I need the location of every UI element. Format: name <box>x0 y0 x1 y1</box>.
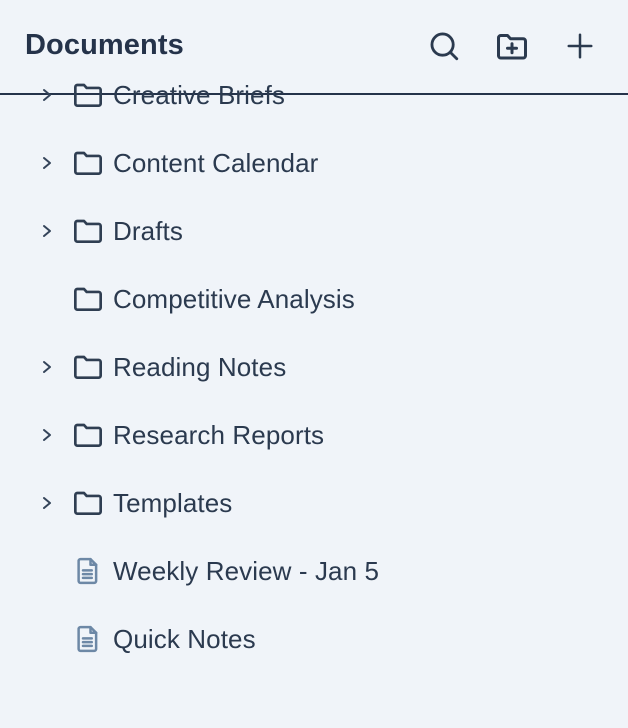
chevron-right-icon <box>43 429 51 441</box>
tree-file-item[interactable]: Quick Notes <box>0 605 628 673</box>
tree-folder-item[interactable]: Creative Briefs <box>0 61 628 129</box>
tree-item-label: Content Calendar <box>113 147 319 178</box>
expand-toggle[interactable] <box>40 496 54 510</box>
page-title: Documents <box>25 29 184 61</box>
folder-icon <box>74 287 102 311</box>
document-icon <box>77 625 98 653</box>
document-icon-wrap <box>72 555 104 587</box>
tree-folder-item[interactable]: Research Reports <box>0 401 628 469</box>
add-button[interactable] <box>560 26 600 66</box>
tree-item-label: Weekly Review - Jan 5 <box>113 555 380 586</box>
folder-icon <box>74 355 102 379</box>
expand-toggle[interactable] <box>40 156 54 170</box>
tree-item-label: Drafts <box>113 215 183 246</box>
search-icon <box>430 32 459 60</box>
folder-icon <box>74 83 102 107</box>
document-tree: Creative Briefs Content Calendar Drafts Com… <box>0 80 628 654</box>
folder-icon <box>74 219 102 243</box>
chevron-right-icon <box>43 497 51 509</box>
tree-folder-item[interactable]: Drafts <box>0 197 628 265</box>
document-icon-wrap <box>72 623 104 655</box>
tree-folder-item[interactable]: Competitive Analysis <box>0 265 628 333</box>
plus-icon <box>567 33 593 58</box>
folder-icon-wrap <box>72 215 104 247</box>
folder-plus-icon <box>497 33 527 59</box>
expand-toggle[interactable] <box>40 224 54 238</box>
folder-icon-wrap <box>72 283 104 315</box>
folder-icon-wrap <box>72 147 104 179</box>
chevron-right-icon <box>43 225 51 237</box>
tree-file-item[interactable]: Weekly Review - Jan 5 <box>0 537 628 605</box>
folder-icon <box>74 151 102 175</box>
tree-folder-item[interactable]: Content Calendar <box>0 129 628 197</box>
chevron-right-icon <box>43 157 51 169</box>
tree-item-label: Creative Briefs <box>113 79 285 110</box>
folder-icon <box>74 423 102 447</box>
tree-item-label: Reading Notes <box>113 351 287 382</box>
tree-folder-item[interactable]: Reading Notes <box>0 333 628 401</box>
chevron-right-icon <box>43 361 51 373</box>
search-button[interactable] <box>424 26 464 66</box>
folder-icon-wrap <box>72 351 104 383</box>
expand-toggle[interactable] <box>40 360 54 374</box>
tree-folder-item[interactable]: Templates <box>0 469 628 537</box>
tree-item-label: Quick Notes <box>113 623 256 654</box>
document-icon <box>77 557 98 585</box>
chevron-right-icon <box>43 89 51 101</box>
new-folder-button[interactable] <box>492 26 532 66</box>
expand-toggle[interactable] <box>40 88 54 102</box>
header-actions <box>396 28 600 66</box>
folder-icon-wrap <box>72 419 104 451</box>
folder-icon-wrap <box>72 487 104 519</box>
folder-icon <box>74 491 102 515</box>
tree-item-label: Templates <box>113 487 233 518</box>
tree-item-label: Research Reports <box>113 419 325 450</box>
expand-toggle[interactable] <box>40 428 54 442</box>
tree-item-label: Competitive Analysis <box>113 283 355 314</box>
folder-icon-wrap <box>72 79 104 111</box>
